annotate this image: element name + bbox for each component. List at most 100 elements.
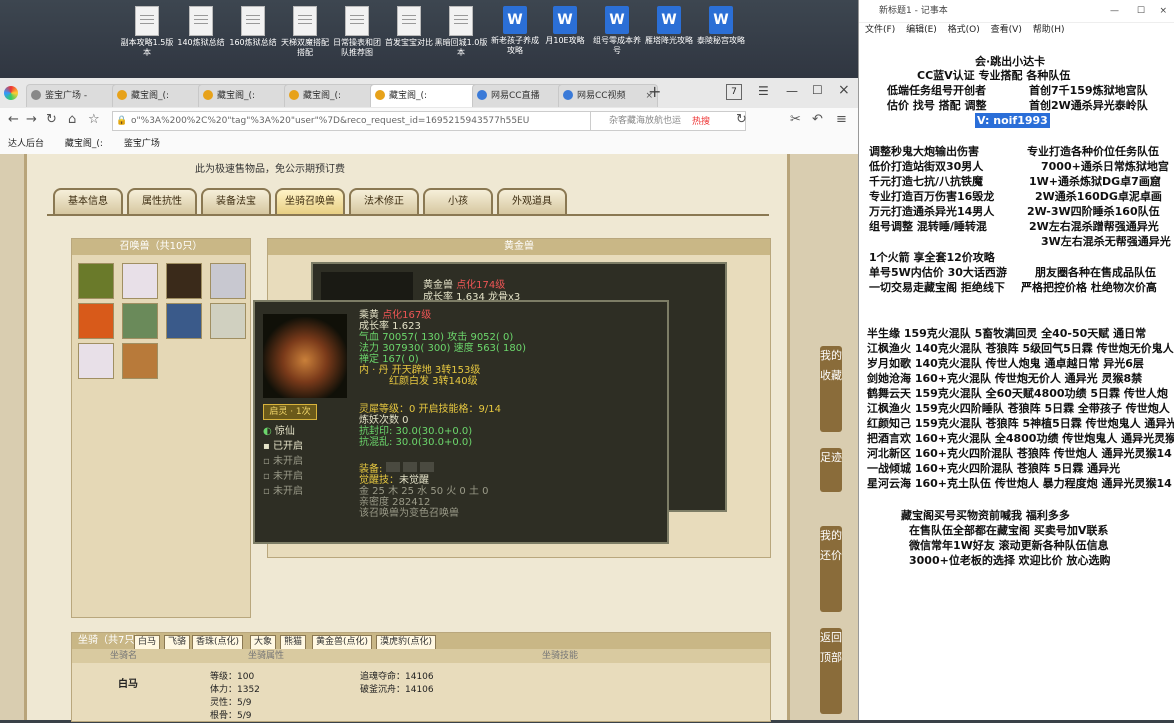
reload-icon[interactable]: ↻	[46, 112, 57, 127]
browser-window: 鉴宝广场 -× 藏宝阁_(:× 藏宝阁_(:× 藏宝阁_(:× 藏宝阁_(:× …	[0, 78, 858, 722]
mount-tab[interactable]: 香珠(点化)	[192, 635, 244, 650]
desktop-word-icon[interactable]: W 新老孩子养成攻略	[488, 6, 542, 56]
menu-edit[interactable]: 编辑(E)	[906, 25, 937, 35]
my-offer-button[interactable]: 我的还价	[820, 526, 842, 612]
shield-icon: ◐	[263, 426, 272, 437]
text-line: 3000+位老板的选择 欢迎比价 放心选购	[909, 554, 1111, 567]
tab-spell[interactable]: 法术修正	[349, 188, 419, 216]
tab-label: 网易CC视频	[577, 91, 626, 101]
forward-icon[interactable]: →	[26, 112, 37, 127]
menu-file[interactable]: 文件(F)	[865, 25, 895, 35]
bookmark-star-icon[interactable]: ☆	[88, 112, 100, 127]
document-icon	[135, 6, 159, 36]
browser-tab[interactable]: 网易CC直播×	[472, 84, 572, 107]
pet-avatar[interactable]	[122, 343, 158, 379]
cc-icon	[563, 90, 573, 100]
desktop-word-icon[interactable]: W 泰陵秘宫攻略	[694, 6, 748, 46]
text-line: CC蓝V认证 专业搭配 各种队伍	[917, 69, 1071, 82]
tab-child[interactable]: 小孩	[423, 188, 493, 216]
browser-tab[interactable]: 网易CC视频 ×	[558, 84, 658, 107]
search-input[interactable]: 杂客藏海放航也运	[590, 111, 746, 131]
pet-avatar[interactable]	[210, 263, 246, 299]
skill-row[interactable]: ▫ 未开启	[263, 454, 303, 469]
pet-avatar[interactable]	[78, 263, 114, 299]
more-icon[interactable]: ≡	[836, 112, 847, 127]
desktop-file-icon[interactable]: 天梯双魔搭配搭配	[278, 6, 332, 58]
bookmark-item[interactable]: 达人后台	[8, 139, 44, 149]
browser-tab[interactable]: 鉴宝广场 -×	[26, 84, 126, 107]
menu-view[interactable]: 查看(V)	[991, 25, 1022, 35]
maximize-icon[interactable]: ☐	[1137, 0, 1145, 22]
skill-label: 已开启	[272, 441, 303, 452]
bookmark-item[interactable]: 鉴宝广场	[124, 139, 160, 149]
new-tab-button[interactable]: +	[648, 82, 661, 101]
hot-search-label[interactable]: 热搜	[692, 114, 710, 127]
browser-tab-active[interactable]: 藏宝阁_(:×	[370, 84, 486, 107]
skill-row[interactable]: ▫ 未开启	[263, 469, 303, 484]
equip-slot[interactable]	[419, 462, 434, 472]
desktop-file-icon[interactable]: 首发宝宝对比	[382, 6, 436, 48]
tab-mount-pets[interactable]: 坐骑召唤兽	[275, 188, 345, 216]
close-icon[interactable]: ×	[1159, 0, 1167, 22]
desktop-word-icon[interactable]: W 组号零成本养号	[590, 6, 644, 56]
pet-avatar[interactable]	[122, 263, 158, 299]
desktop-file-icon[interactable]: 黑暗回城1.0版本	[434, 6, 488, 58]
pet-avatar[interactable]	[78, 303, 114, 339]
notepad-text-area[interactable]: 会·跳出小达卡 CC蓝V认证 专业搭配 各种队伍 低端任务组号开创者 首创7千1…	[859, 40, 1174, 720]
pet-avatar[interactable]	[78, 343, 114, 379]
tab-count[interactable]: 7	[726, 84, 742, 100]
maximize-icon[interactable]: ☐	[812, 83, 823, 97]
refresh-icon[interactable]: ↻	[736, 112, 747, 127]
close-window-icon[interactable]: ×	[838, 82, 850, 98]
menu-help[interactable]: 帮助(H)	[1033, 25, 1065, 35]
mount-tab[interactable]: 白马	[134, 635, 161, 650]
tab-attributes[interactable]: 属性抗性	[127, 188, 197, 216]
url-input[interactable]: o"%3A%200%2C%20"tag"%3A%20"user"%7D&reco…	[112, 111, 604, 131]
skill-row[interactable]: ▪ 已开启	[263, 439, 303, 454]
footprint-button[interactable]: 足迹	[820, 448, 842, 492]
browser-tab[interactable]: 藏宝阁_(:×	[284, 84, 384, 107]
pet-avatar[interactable]	[166, 263, 202, 299]
pet-avatar[interactable]	[210, 303, 246, 339]
browser-tab[interactable]: 藏宝阁_(:×	[112, 84, 212, 107]
desktop-file-icon[interactable]: 日常操表和团队推荐图	[330, 6, 384, 58]
desktop-word-icon[interactable]: W 雁塔降光攻略	[642, 6, 696, 46]
mount-tab[interactable]: 飞骆	[164, 635, 191, 650]
favorites-button[interactable]: 我的收藏	[820, 346, 842, 432]
mount-skills: 追魂夺命：14106 破釜沉舟：14106	[360, 671, 434, 697]
mount-tab[interactable]: 黄金兽(点化)	[312, 635, 373, 650]
minimize-icon[interactable]: —	[786, 84, 798, 98]
browser-logo-icon[interactable]	[4, 86, 18, 100]
tab-basic-info[interactable]: 基本信息	[53, 188, 123, 216]
cut-icon[interactable]: ✂	[790, 112, 801, 127]
desktop-file-icon[interactable]: 副本攻略1.5版本	[120, 6, 174, 58]
mount-tab[interactable]: 熊猫	[280, 635, 307, 650]
desktop-file-icon[interactable]: 140炼狱总结	[174, 6, 228, 48]
mount-tab[interactable]: 大象	[250, 635, 277, 650]
tab-equipment[interactable]: 装备法宝	[201, 188, 271, 216]
game-frame: 此为极速售物品，免公示期预订费 基本信息 属性抗性 装备法宝 坐骑召唤兽 法术修…	[24, 154, 790, 722]
desktop-file-icon[interactable]: 160炼狱总结	[226, 6, 280, 48]
skill-row[interactable]: ◐ 惊仙	[263, 424, 303, 439]
tab-appearance[interactable]: 外观道具	[497, 188, 567, 216]
menu-icon[interactable]: ☰	[758, 84, 769, 98]
skill-row[interactable]: ▫ 未开启	[263, 484, 303, 499]
bookmark-item[interactable]: 藏宝阁_(:	[65, 139, 103, 149]
menu-format[interactable]: 格式(O)	[948, 25, 980, 35]
equip-slot[interactable]	[385, 462, 400, 472]
desktop-word-icon[interactable]: W 月10E攻略	[538, 6, 592, 46]
page-content: 此为极速售物品，免公示期预订费 基本信息 属性抗性 装备法宝 坐骑召唤兽 法术修…	[0, 154, 858, 722]
back-to-top-button[interactable]: 返回顶部	[820, 628, 842, 714]
column-header: 坐骑技能	[542, 651, 579, 661]
minimize-icon[interactable]: —	[1110, 0, 1119, 22]
pet-avatar[interactable]	[122, 303, 158, 339]
home-icon[interactable]: ⌂	[68, 112, 76, 127]
equip-slot[interactable]	[402, 462, 417, 472]
back-icon[interactable]: ←	[8, 112, 19, 127]
text-line: 专业打造各种价位任务队伍	[1027, 145, 1159, 158]
browser-tab[interactable]: 藏宝阁_(:×	[198, 84, 298, 107]
text-line: 千元打造七抗/八抗铁魔	[869, 175, 984, 188]
pet-avatar[interactable]	[166, 303, 202, 339]
mount-tab[interactable]: 漠虎豹(点化)	[376, 635, 437, 650]
undo-icon[interactable]: ↶	[812, 112, 823, 127]
